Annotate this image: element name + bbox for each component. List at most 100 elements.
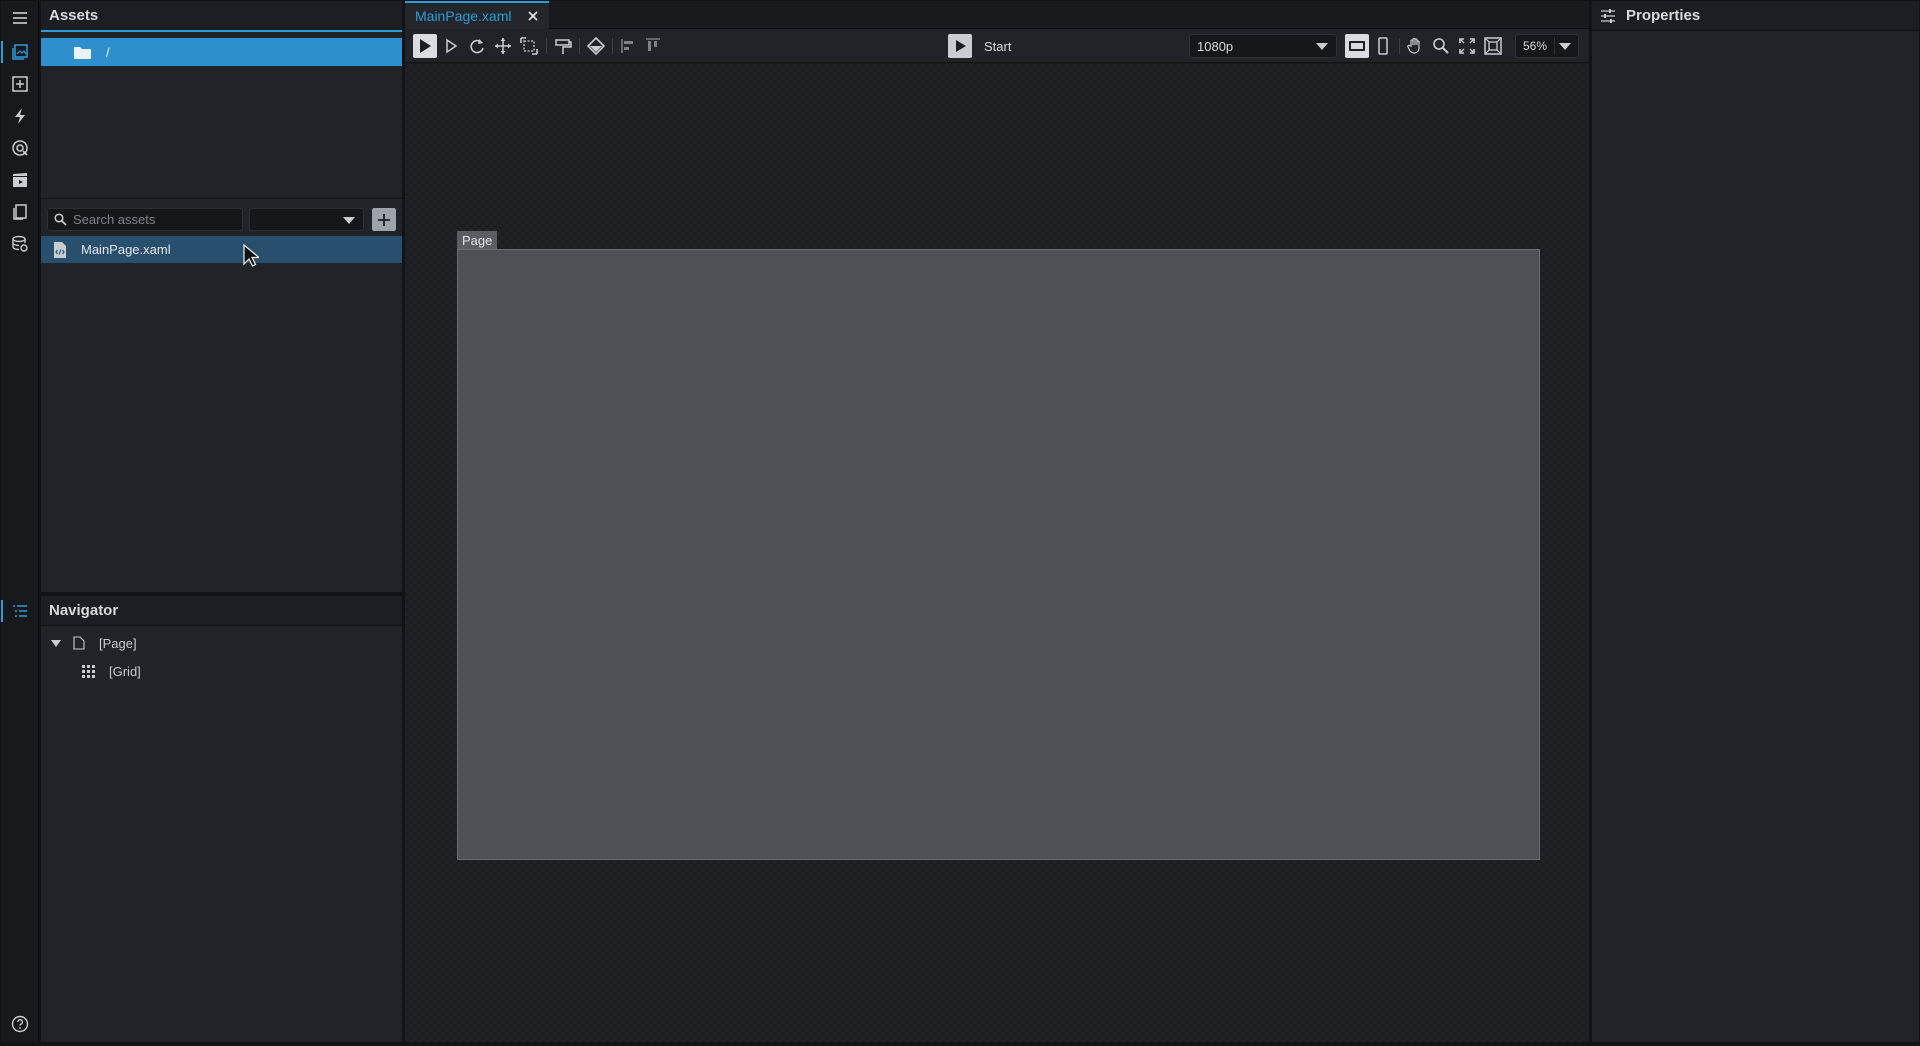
align-top-icon — [646, 38, 660, 51]
data-button[interactable] — [1, 228, 39, 260]
select-tool-button[interactable] — [413, 34, 437, 58]
fill-tool-button[interactable] — [584, 34, 608, 58]
design-editor: MainPage.xaml Start 1080p 56% Page — [405, 1, 1589, 1042]
tree-node-label: [Grid] — [109, 663, 141, 679]
start-label: Start — [984, 38, 1012, 54]
tab-label: MainPage.xaml — [415, 8, 512, 24]
pan-tool-button[interactable] — [1403, 34, 1427, 58]
move-tool-button[interactable] — [491, 34, 515, 58]
chevron-down-icon[interactable] — [1559, 43, 1571, 50]
play-icon — [948, 34, 972, 58]
toolbar-separator — [579, 38, 580, 54]
events-button[interactable] — [1, 100, 39, 132]
help-icon — [11, 1015, 29, 1033]
add-control-button[interactable] — [1, 68, 39, 100]
format-painter-button[interactable] — [551, 34, 575, 58]
actual-size-button[interactable] — [1481, 34, 1505, 58]
asset-file-name: MainPage.xaml — [81, 242, 171, 257]
hand-icon — [1407, 37, 1420, 54]
media-button[interactable] — [1, 164, 39, 196]
navigator-panel-title: Navigator — [41, 596, 402, 626]
assets-icon — [12, 44, 28, 60]
asset-file-row[interactable]: MainPage.xaml — [41, 236, 402, 263]
styles-button[interactable] — [1, 132, 39, 164]
database-icon — [12, 235, 28, 252]
grid-icon — [82, 664, 95, 678]
toolbar-separator — [1399, 38, 1400, 54]
landscape-orientation-button[interactable] — [1345, 34, 1369, 58]
align-left-button[interactable] — [617, 34, 641, 58]
toolbar-separator — [612, 38, 613, 54]
asset-list-section: MainPage.xaml — [41, 198, 402, 592]
search-assets-box[interactable] — [47, 208, 243, 231]
align-left-icon — [621, 39, 633, 53]
tree-node-page[interactable]: [Page] — [51, 632, 137, 654]
direct-select-tool-button[interactable] — [439, 34, 463, 58]
resolution-select[interactable]: 1080p — [1189, 34, 1337, 58]
lightning-icon — [15, 108, 25, 124]
paint-bucket-icon — [587, 37, 605, 55]
move-icon — [495, 38, 511, 54]
rotate-icon — [470, 39, 484, 54]
designer-app: Assets / MainPage.x — [0, 0, 1920, 1046]
assets-header-accent — [41, 30, 402, 32]
zoom-tool-button[interactable] — [1429, 34, 1453, 58]
properties-panel-title: Properties — [1626, 7, 1701, 24]
start-preview-button[interactable]: Start — [948, 33, 1011, 59]
page-element-tag: Page — [457, 231, 498, 250]
tab-mainpage[interactable]: MainPage.xaml — [405, 1, 549, 29]
assets-tool-button[interactable] — [1, 36, 39, 68]
tree-node-grid[interactable]: [Grid] — [82, 660, 141, 682]
folder-icon — [74, 44, 92, 60]
close-tab-button[interactable] — [525, 8, 541, 24]
arrow-pointer-icon — [420, 39, 431, 53]
design-canvas[interactable]: Page — [405, 64, 1589, 1042]
properties-header: Properties — [1592, 1, 1919, 31]
zoom-divider — [1554, 37, 1555, 55]
design-toolbar: Start 1080p 56% — [405, 29, 1589, 63]
add-control-icon — [12, 76, 28, 92]
assets-panel: Assets / MainPage.x — [41, 1, 402, 592]
align-top-button[interactable] — [641, 34, 665, 58]
media-icon — [13, 173, 27, 187]
toolbar-separator — [546, 38, 547, 54]
xaml-file-icon — [53, 241, 67, 258]
navigator-panel: Navigator [Page] [Grid] — [41, 596, 402, 1042]
actual-size-icon — [1484, 37, 1502, 55]
portrait-orientation-button[interactable] — [1371, 34, 1395, 58]
search-assets-input[interactable] — [73, 212, 233, 227]
zoom-level-value: 56% — [1523, 39, 1548, 53]
page-icon — [73, 636, 85, 650]
folder-label: / — [106, 44, 110, 60]
pages-icon — [13, 204, 27, 220]
sliders-icon — [1601, 8, 1615, 23]
expand-icon — [1459, 38, 1475, 54]
resize-tool-button[interactable] — [517, 34, 541, 58]
resolution-value: 1080p — [1197, 38, 1234, 54]
zoom-level-select[interactable]: 56% — [1515, 34, 1579, 58]
palette-icon — [12, 140, 28, 156]
close-icon — [528, 11, 538, 21]
search-icon — [54, 213, 67, 226]
folder-row-root[interactable]: / — [41, 38, 402, 66]
chevron-down-icon — [343, 217, 355, 224]
activity-bar — [1, 1, 39, 1042]
navigator-tool-button[interactable] — [1, 595, 39, 627]
menu-button[interactable] — [1, 2, 39, 34]
landscape-device-icon — [1349, 41, 1365, 51]
asset-filter-select[interactable] — [249, 208, 364, 231]
page-surface[interactable] — [457, 249, 1540, 860]
resize-icon — [520, 37, 538, 55]
menu-icon — [13, 12, 27, 24]
rotate-tool-button[interactable] — [465, 34, 489, 58]
add-asset-button[interactable] — [372, 208, 396, 231]
pages-button[interactable] — [1, 196, 39, 228]
tree-node-label: [Page] — [99, 635, 137, 651]
paint-roller-icon — [555, 39, 572, 54]
chevron-down-icon — [1316, 43, 1328, 50]
hollow-pointer-icon — [446, 38, 458, 54]
fit-to-screen-button[interactable] — [1455, 34, 1479, 58]
help-button[interactable] — [1, 1008, 39, 1040]
document-tab-strip: MainPage.xaml — [405, 1, 1589, 29]
expand-triangle-icon[interactable] — [51, 639, 61, 647]
